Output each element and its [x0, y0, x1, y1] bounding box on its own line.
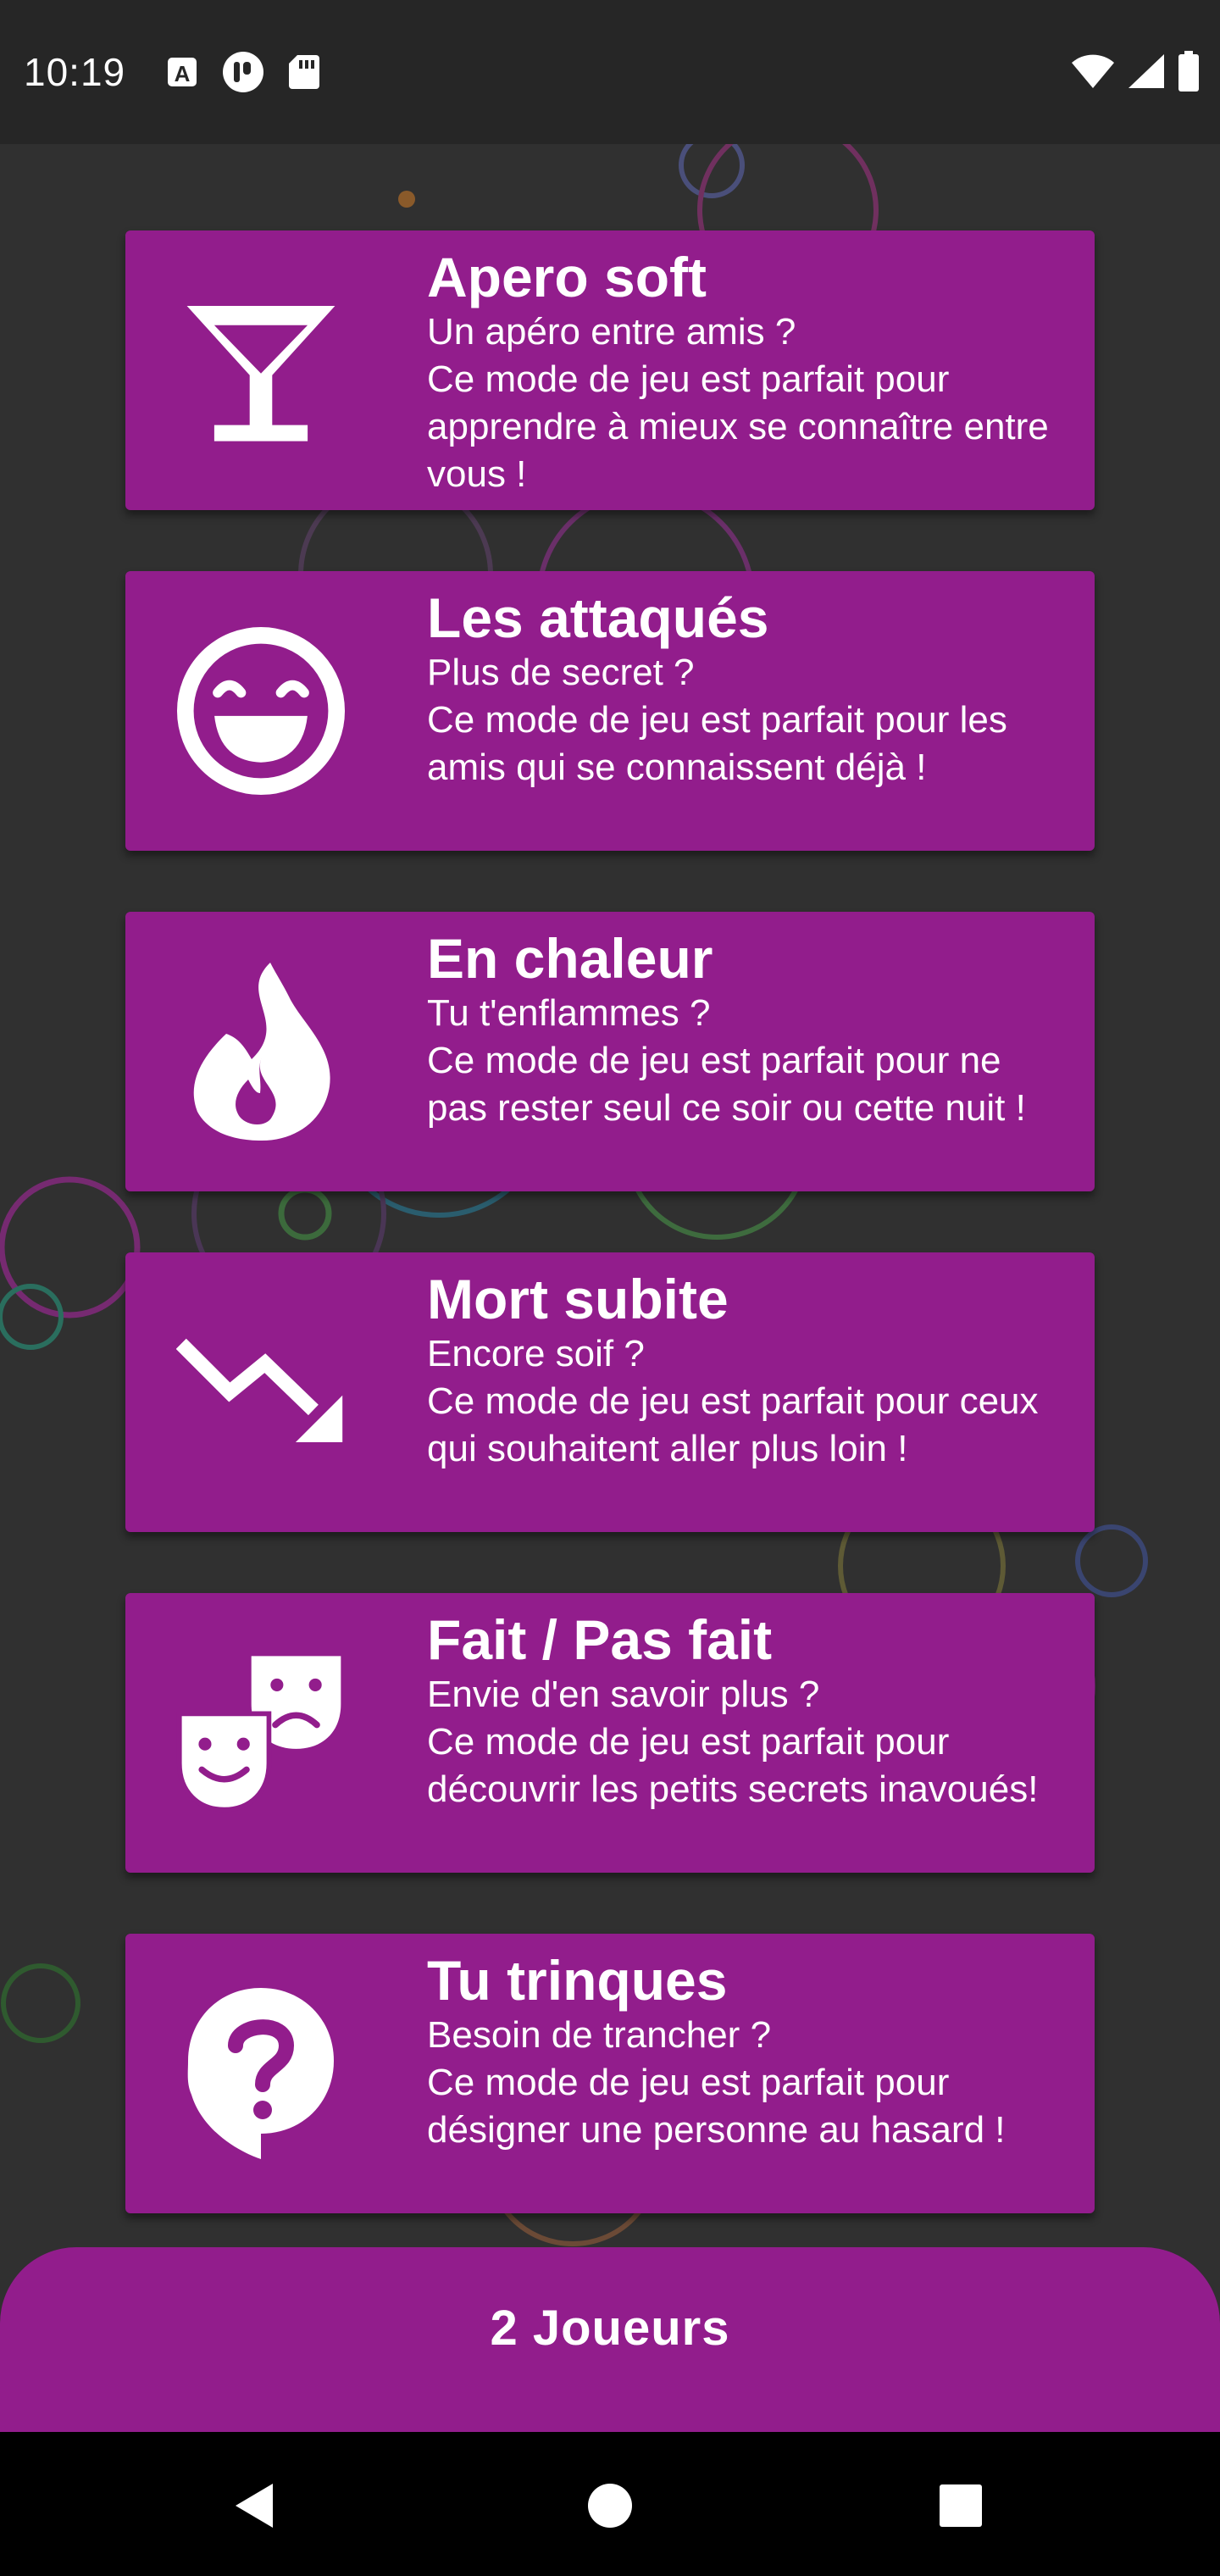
mode-title: Apero soft — [427, 246, 707, 308]
home-icon[interactable] — [580, 2476, 640, 2535]
mode-title: Fait / Pas fait — [427, 1608, 773, 1671]
podcast-icon — [221, 50, 265, 98]
mode-title: Les attaqués — [427, 586, 769, 649]
mode-title: Mort subite — [427, 1268, 729, 1330]
mode-subtitle: Besoin de trancher ? — [427, 2014, 772, 2056]
svg-text:A: A — [175, 61, 191, 86]
mode-description: Ce mode de jeu est parfait pour les amis… — [427, 699, 1007, 788]
mode-subtitle: Plus de secret ? — [427, 652, 695, 693]
status-icons-left: A — [165, 50, 321, 98]
status-icons-right — [1071, 50, 1200, 96]
signal-icon — [1127, 53, 1166, 94]
navigation-bar — [0, 2432, 1220, 2576]
flame-icon — [176, 963, 346, 1141]
mode-subtitle: Un apéro entre amis ? — [427, 311, 796, 353]
recents-icon[interactable] — [931, 2476, 990, 2535]
mode-list-area[interactable]: Apero soft Un apéro entre amis ? Ce mode… — [0, 144, 1220, 2432]
cocktail-icon — [176, 286, 346, 455]
mode-title: En chaleur — [427, 927, 713, 990]
theater-masks-icon — [176, 1648, 346, 1818]
mode-description: Ce mode de jeu est parfait pour ceux qui… — [427, 1380, 1039, 1469]
mode-subtitle: Tu t'enflammes ? — [427, 992, 711, 1034]
mode-description: Ce mode de jeu est parfait pour apprendr… — [427, 358, 1049, 495]
mode-description: Ce mode de jeu est parfait pour découvri… — [427, 1721, 1039, 1810]
smiling-face-icon — [176, 626, 346, 796]
trending-down-icon — [176, 1307, 346, 1477]
question-bubble-icon — [176, 1988, 346, 2159]
mode-description: Ce mode de jeu est parfait pour ne pas r… — [427, 1040, 1026, 1129]
back-icon[interactable] — [225, 2476, 284, 2535]
sd-card-icon — [287, 53, 321, 95]
mode-card-fait-pas-fait[interactable]: Fait / Pas fait Envie d'en savoir plus ?… — [125, 1593, 1095, 1873]
players-button-label: 2 Joueurs — [490, 2301, 730, 2356]
game-mode-list: Apero soft Un apéro entre amis ? Ce mode… — [125, 230, 1095, 2274]
mode-description: Ce mode de jeu est parfait pour désigner… — [427, 2062, 1006, 2151]
battery-icon — [1178, 50, 1200, 96]
mode-subtitle: Encore soif ? — [427, 1333, 645, 1374]
mode-subtitle: Envie d'en savoir plus ? — [427, 1674, 820, 1715]
mode-title: Tu trinques — [427, 1949, 728, 2012]
mode-card-apero-soft[interactable]: Apero soft Un apéro entre amis ? Ce mode… — [125, 230, 1095, 510]
status-bar: 10:19 A — [0, 0, 1220, 144]
wifi-icon — [1071, 53, 1115, 94]
mode-card-les-attaques[interactable]: Les attaqués Plus de secret ? Ce mode de… — [125, 571, 1095, 851]
players-button[interactable]: 2 Joueurs — [0, 2247, 1220, 2432]
font-icon: A — [165, 55, 199, 93]
mode-card-tu-trinques[interactable]: Tu trinques Besoin de trancher ? Ce mode… — [125, 1934, 1095, 2213]
mode-card-mort-subite[interactable]: Mort subite Encore soif ? Ce mode de jeu… — [125, 1252, 1095, 1532]
status-time: 10:19 — [24, 50, 126, 94]
mode-card-en-chaleur[interactable]: En chaleur Tu t'enflammes ? Ce mode de j… — [125, 912, 1095, 1191]
